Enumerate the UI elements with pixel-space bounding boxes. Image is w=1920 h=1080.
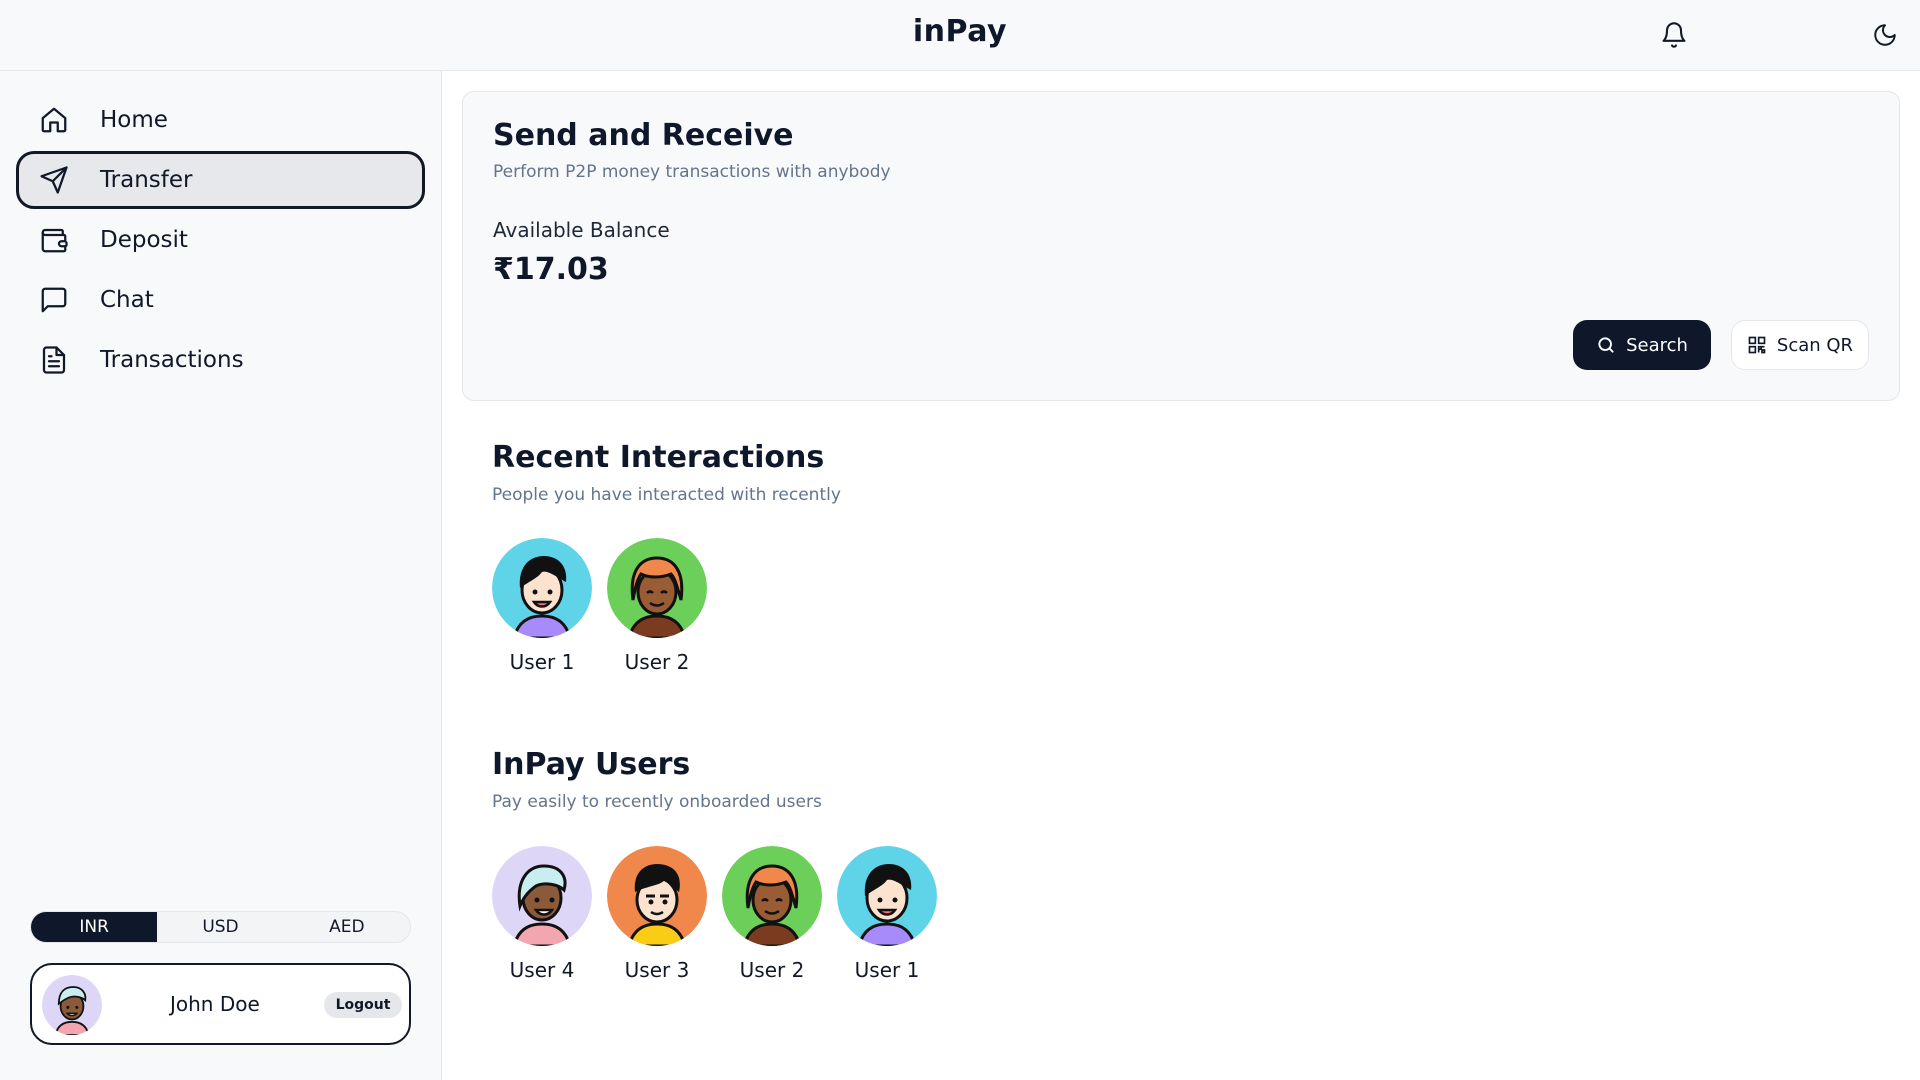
currency-option-aed[interactable]: AED — [284, 912, 410, 942]
sidebar-item-label: Transfer — [100, 167, 193, 193]
chat-icon — [38, 284, 70, 316]
sidebar-item-home[interactable]: Home — [16, 91, 425, 149]
currency-option-usd[interactable]: USD — [157, 912, 283, 942]
search-icon — [1596, 335, 1616, 355]
bell-icon[interactable] — [1657, 18, 1691, 52]
home-icon — [38, 104, 70, 136]
profile-card: John Doe Logout — [30, 963, 411, 1045]
scan-qr-label: Scan QR — [1776, 334, 1854, 356]
avatar — [607, 538, 707, 638]
scan-qr-button[interactable]: Scan QR — [1731, 320, 1869, 370]
send-receive-subtitle: Perform P2P money transactions with anyb… — [493, 162, 891, 182]
document-icon — [38, 344, 70, 376]
inpay-users-subtitle: Pay easily to recently onboarded users — [492, 792, 822, 812]
send-icon — [38, 164, 70, 196]
avatar — [722, 846, 822, 946]
user-name: User 4 — [509, 958, 575, 982]
balance-value: ₹17.03 — [493, 252, 609, 287]
logout-button[interactable]: Logout — [324, 992, 402, 1018]
sidebar-item-transactions[interactable]: Transactions — [16, 331, 425, 389]
user-name: User 1 — [854, 958, 920, 982]
avatar — [492, 538, 592, 638]
send-receive-title: Send and Receive — [493, 118, 794, 153]
send-receive-card: Send and Receive Perform P2P money trans… — [462, 91, 1900, 401]
sidebar-item-transfer[interactable]: Transfer — [16, 151, 425, 209]
search-button[interactable]: Search — [1573, 320, 1711, 370]
user-name: User 2 — [624, 650, 690, 674]
balance-label: Available Balance — [493, 218, 670, 242]
inpay-user-tile[interactable]: User 3 — [607, 846, 707, 986]
recent-user-tile[interactable]: User 1 — [492, 538, 592, 678]
recent-subtitle: People you have interacted with recently — [492, 485, 841, 505]
sidebar-item-chat[interactable]: Chat — [16, 271, 425, 329]
user-name: User 3 — [624, 958, 690, 982]
inpay-user-tile[interactable]: User 2 — [722, 846, 822, 986]
sidebar: Home Transfer Deposit Chat Transactions … — [0, 71, 442, 1080]
sidebar-item-deposit[interactable]: Deposit — [16, 211, 425, 269]
qr-code-icon — [1747, 335, 1767, 355]
profile-name: John Doe — [170, 992, 260, 1016]
avatar — [837, 846, 937, 946]
inpay-user-tile[interactable]: User 1 — [837, 846, 937, 986]
user-name: User 1 — [509, 650, 575, 674]
moon-icon[interactable] — [1868, 18, 1902, 52]
avatar — [607, 846, 707, 946]
inpay-user-tile[interactable]: User 4 — [492, 846, 592, 986]
avatar — [492, 846, 592, 946]
currency-toggle: INR USD AED — [30, 911, 411, 943]
currency-option-inr[interactable]: INR — [31, 912, 158, 942]
top-header: inPay — [0, 0, 1920, 71]
recent-user-tile[interactable]: User 2 — [607, 538, 707, 678]
sidebar-item-label: Chat — [100, 287, 154, 313]
inpay-users-title: InPay Users — [492, 747, 691, 782]
sidebar-item-label: Home — [100, 107, 168, 133]
recent-title: Recent Interactions — [492, 440, 825, 475]
sidebar-item-label: Deposit — [100, 227, 188, 253]
sidebar-item-label: Transactions — [100, 347, 244, 373]
avatar — [42, 975, 102, 1035]
wallet-icon — [38, 224, 70, 256]
user-name: User 2 — [739, 958, 805, 982]
app-title: inPay — [912, 14, 1008, 49]
search-button-label: Search — [1626, 334, 1688, 356]
